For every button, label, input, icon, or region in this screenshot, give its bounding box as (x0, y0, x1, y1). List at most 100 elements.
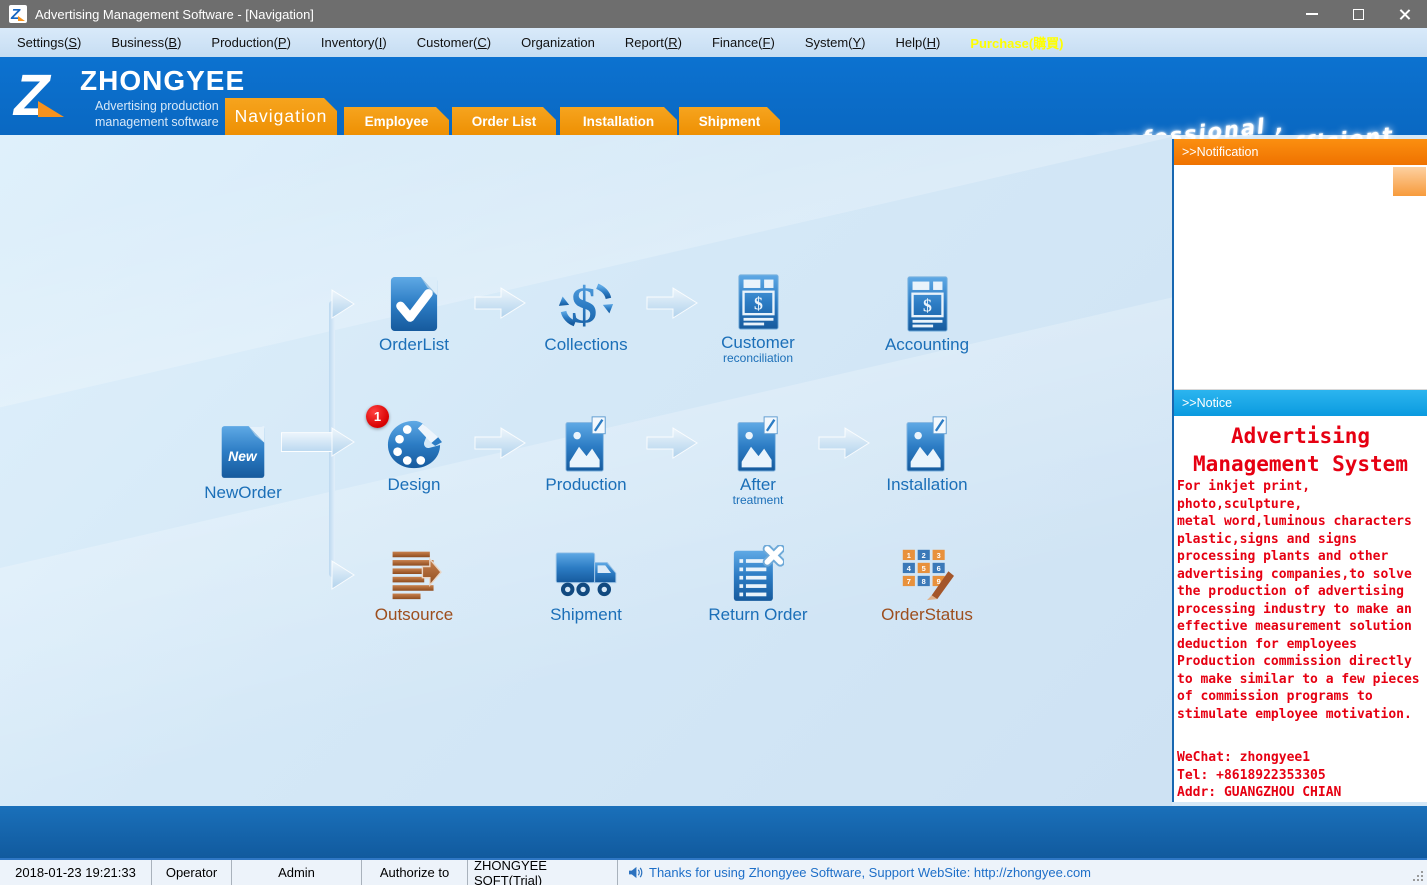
flow-node-custrec[interactable]: Customerreconciliation (698, 273, 818, 365)
notice-contact-line: WeChat: zhongyee1 (1174, 749, 1427, 767)
notice-line: For inkjet print, (1174, 478, 1427, 496)
flow-node-label: OrderStatus (881, 606, 973, 624)
notice-header: >>Notice (1174, 390, 1427, 416)
notice-text: For inkjet print,photo,sculpture,metal w… (1174, 478, 1427, 723)
flow-node-neworder[interactable]: NewOrder (183, 423, 303, 502)
flow-node-label: Return Order (708, 606, 807, 624)
menu-item-production[interactable]: Production(P) (196, 30, 306, 55)
window-title: Advertising Management Software - [Navig… (35, 7, 314, 22)
flow-node-label: After (740, 476, 776, 494)
menu-item-customer[interactable]: Customer(C) (402, 30, 506, 55)
menu-item-help[interactable]: Help(H) (881, 30, 956, 55)
brand-logo-icon: Z (10, 65, 74, 128)
status-bar: 2018-01-23 19:21:33 Operator Admin Autho… (0, 858, 1427, 885)
menu-item-finance[interactable]: Finance(F) (697, 30, 790, 55)
maximize-button[interactable] (1335, 0, 1381, 28)
flow-node-shipment[interactable]: Shipment (526, 545, 646, 624)
notice-contact-line: Tel: +8618922353305 (1174, 767, 1427, 785)
flow-node-design[interactable]: 1Design (354, 415, 474, 494)
maximize-icon (1353, 9, 1364, 20)
brand-tagline-2: management software (95, 115, 219, 129)
menu-item-purchase[interactable]: Purchase(購買) (955, 28, 1078, 57)
notification-body (1174, 165, 1427, 390)
notice-line: deduction for employees (1174, 636, 1427, 654)
palette-icon (384, 415, 444, 473)
notice-line: processing industry to make an (1174, 601, 1427, 619)
flow-node-accounting[interactable]: Accounting (867, 275, 987, 354)
flow-node-label: NewOrder (204, 484, 281, 502)
menu-item-system[interactable]: System(Y) (790, 30, 881, 55)
flow-node-orderstatus[interactable]: OrderStatus (867, 545, 987, 624)
notification-badge: 1 (366, 405, 389, 428)
bottom-band (0, 806, 1427, 858)
flow-node-label: Customer (721, 334, 795, 352)
menu-item-organization[interactable]: Organization (506, 30, 610, 55)
notification-scrollbar-thumb[interactable] (1393, 167, 1426, 196)
side-panel: >>Notification >>Notice Advertising Mana… (1172, 139, 1427, 802)
menu-item-business[interactable]: Business(B) (96, 30, 196, 55)
title-bar: Z Advertising Management Software - [Nav… (0, 0, 1427, 28)
flow-node-collections[interactable]: Collections (526, 275, 646, 354)
notice-line: effective measurement solution (1174, 618, 1427, 636)
flow-node-label: Collections (544, 336, 627, 354)
flow-node-label: Installation (886, 476, 967, 494)
dollar-icon (557, 275, 615, 333)
status-authorize-label: Authorize to (362, 860, 468, 885)
notice-line: advertising companies,to solve (1174, 566, 1427, 584)
flow-branch-arrow (331, 559, 355, 591)
flow-node-outsource[interactable]: Outsource (354, 545, 474, 624)
menu-item-settings[interactable]: Settings(S) (2, 30, 96, 55)
notice-body: Advertising Management System For inkjet… (1174, 416, 1427, 802)
header-banner: Z ZHONGYEE Advertising production manage… (0, 57, 1427, 135)
status-operator-label: Operator (152, 860, 232, 885)
flow-node-orderlist[interactable]: OrderList (354, 275, 474, 354)
tab-employee[interactable]: Employee (344, 107, 449, 135)
notice-line: plastic,signs and signs (1174, 531, 1427, 549)
notice-line: metal word,luminous characters (1174, 513, 1427, 531)
notice-line: to make similar to a few pieces (1174, 671, 1427, 689)
flow-node-label: OrderList (379, 336, 449, 354)
resize-grip[interactable] (1412, 870, 1424, 882)
notice-line: the production of advertising (1174, 583, 1427, 601)
app-logo-icon: Z (9, 5, 27, 23)
doc-new-icon (218, 423, 268, 481)
tab-installation[interactable]: Installation (560, 107, 677, 135)
flow-node-label: Production (545, 476, 626, 494)
menu-item-report[interactable]: Report(R) (610, 30, 697, 55)
notice-line: of commission programs to (1174, 688, 1427, 706)
tab-order-list[interactable]: Order List (452, 107, 556, 135)
menu-bar: Settings(S)Business(B)Production(P)Inven… (0, 28, 1427, 57)
notice-line: stimulate employee motivation. (1174, 706, 1427, 724)
flow-arrow (474, 285, 526, 321)
minimize-icon (1306, 13, 1318, 15)
flow-arrow (818, 425, 870, 461)
minimize-button[interactable] (1289, 0, 1335, 28)
flow-branch-arrow (331, 288, 355, 320)
status-datetime: 2018-01-23 19:21:33 (0, 860, 152, 885)
notice-contact-line: Addr: GUANGZHOU CHIAN (1174, 784, 1427, 802)
notification-header: >>Notification (1174, 139, 1427, 165)
invoice-icon (905, 275, 950, 333)
flow-node-production[interactable]: Production (526, 415, 646, 494)
truck-icon (554, 545, 618, 603)
close-button[interactable] (1381, 0, 1427, 28)
flow-arrow (646, 425, 698, 461)
photo-icon (905, 415, 950, 473)
navigation-canvas: OrderList Collections Customerreconciliati… (0, 135, 1172, 806)
flow-node-after[interactable]: Aftertreatment (698, 415, 818, 507)
flow-node-returnorder[interactable]: Return Order (698, 545, 818, 624)
app-window: Z Advertising Management Software - [Nav… (0, 0, 1427, 885)
menu-item-inventory[interactable]: Inventory(I) (306, 30, 402, 55)
flow-node-label: Accounting (885, 336, 969, 354)
flow-node-label: treatment (733, 494, 784, 507)
tab-shipment[interactable]: Shipment (679, 107, 780, 135)
flow-node-label: reconciliation (723, 352, 793, 365)
flow-node-installation[interactable]: Installation (867, 415, 987, 494)
notice-line: photo,sculpture, (1174, 496, 1427, 514)
notice-line: Production commission directly (1174, 653, 1427, 671)
notice-line: processing plants and other (1174, 548, 1427, 566)
photo-icon (564, 415, 609, 473)
tab-navigation[interactable]: Navigation (225, 98, 337, 135)
brand-tagline-1: Advertising production (95, 99, 219, 113)
status-operator-value: Admin (232, 860, 362, 885)
